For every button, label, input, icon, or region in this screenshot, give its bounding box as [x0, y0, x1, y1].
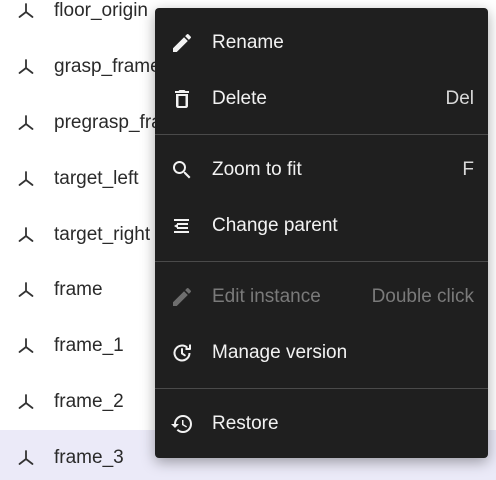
menu-item-rename[interactable]: Rename	[155, 15, 488, 71]
tree-item-label: frame_3	[54, 447, 124, 468]
menu-item-zoom-to-fit[interactable]: Zoom to fit F	[155, 142, 488, 198]
search-icon	[169, 157, 195, 183]
frame-axes-icon	[17, 449, 35, 467]
version-refresh-icon	[169, 340, 195, 366]
menu-item-label: Change parent	[212, 215, 338, 236]
context-menu: Rename Delete Del Zoom to fit F Change p…	[155, 8, 488, 458]
menu-item-edit-instance[interactable]: Edit instance Double click	[155, 269, 488, 325]
frame-axes-icon	[17, 337, 35, 355]
menu-divider	[155, 388, 488, 389]
frame-axes-icon	[17, 226, 35, 244]
menu-item-label: Edit instance	[212, 286, 321, 307]
menu-item-label: Manage version	[212, 342, 348, 363]
pencil-icon	[169, 30, 195, 56]
tree-item-label: frame_2	[54, 391, 124, 412]
tree-item-label: target_right	[54, 224, 151, 245]
tree-item-label: floor_origin	[54, 0, 148, 21]
frame-axes-icon	[17, 58, 35, 76]
menu-shortcut: Del	[445, 88, 474, 109]
menu-divider	[155, 261, 488, 262]
app-root: floor_origin grasp_frame pregrasp_frame …	[0, 0, 496, 480]
tree-item-label: frame_1	[54, 335, 124, 356]
menu-item-restore[interactable]: Restore	[155, 396, 488, 452]
history-icon	[169, 411, 195, 437]
menu-item-manage-version[interactable]: Manage version	[155, 325, 488, 381]
menu-item-label: Zoom to fit	[212, 159, 302, 180]
menu-item-label: Restore	[212, 413, 279, 434]
tree-item-label: frame	[54, 279, 103, 300]
menu-item-label: Delete	[212, 88, 267, 109]
menu-item-change-parent[interactable]: Change parent	[155, 198, 488, 254]
frame-axes-icon	[17, 281, 35, 299]
trash-icon	[169, 86, 195, 112]
frame-axes-icon	[17, 170, 35, 188]
tree-item-label: target_left	[54, 168, 139, 189]
menu-shortcut: Double click	[371, 286, 474, 307]
pencil-icon	[169, 284, 195, 310]
menu-divider	[155, 134, 488, 135]
change-parent-icon	[169, 213, 195, 239]
frame-axes-icon	[17, 114, 35, 132]
menu-shortcut: F	[462, 159, 474, 180]
frame-axes-icon	[17, 2, 35, 20]
tree-item-label: grasp_frame	[54, 56, 161, 77]
menu-item-delete[interactable]: Delete Del	[155, 71, 488, 127]
frame-axes-icon	[17, 393, 35, 411]
menu-item-label: Rename	[212, 32, 284, 53]
